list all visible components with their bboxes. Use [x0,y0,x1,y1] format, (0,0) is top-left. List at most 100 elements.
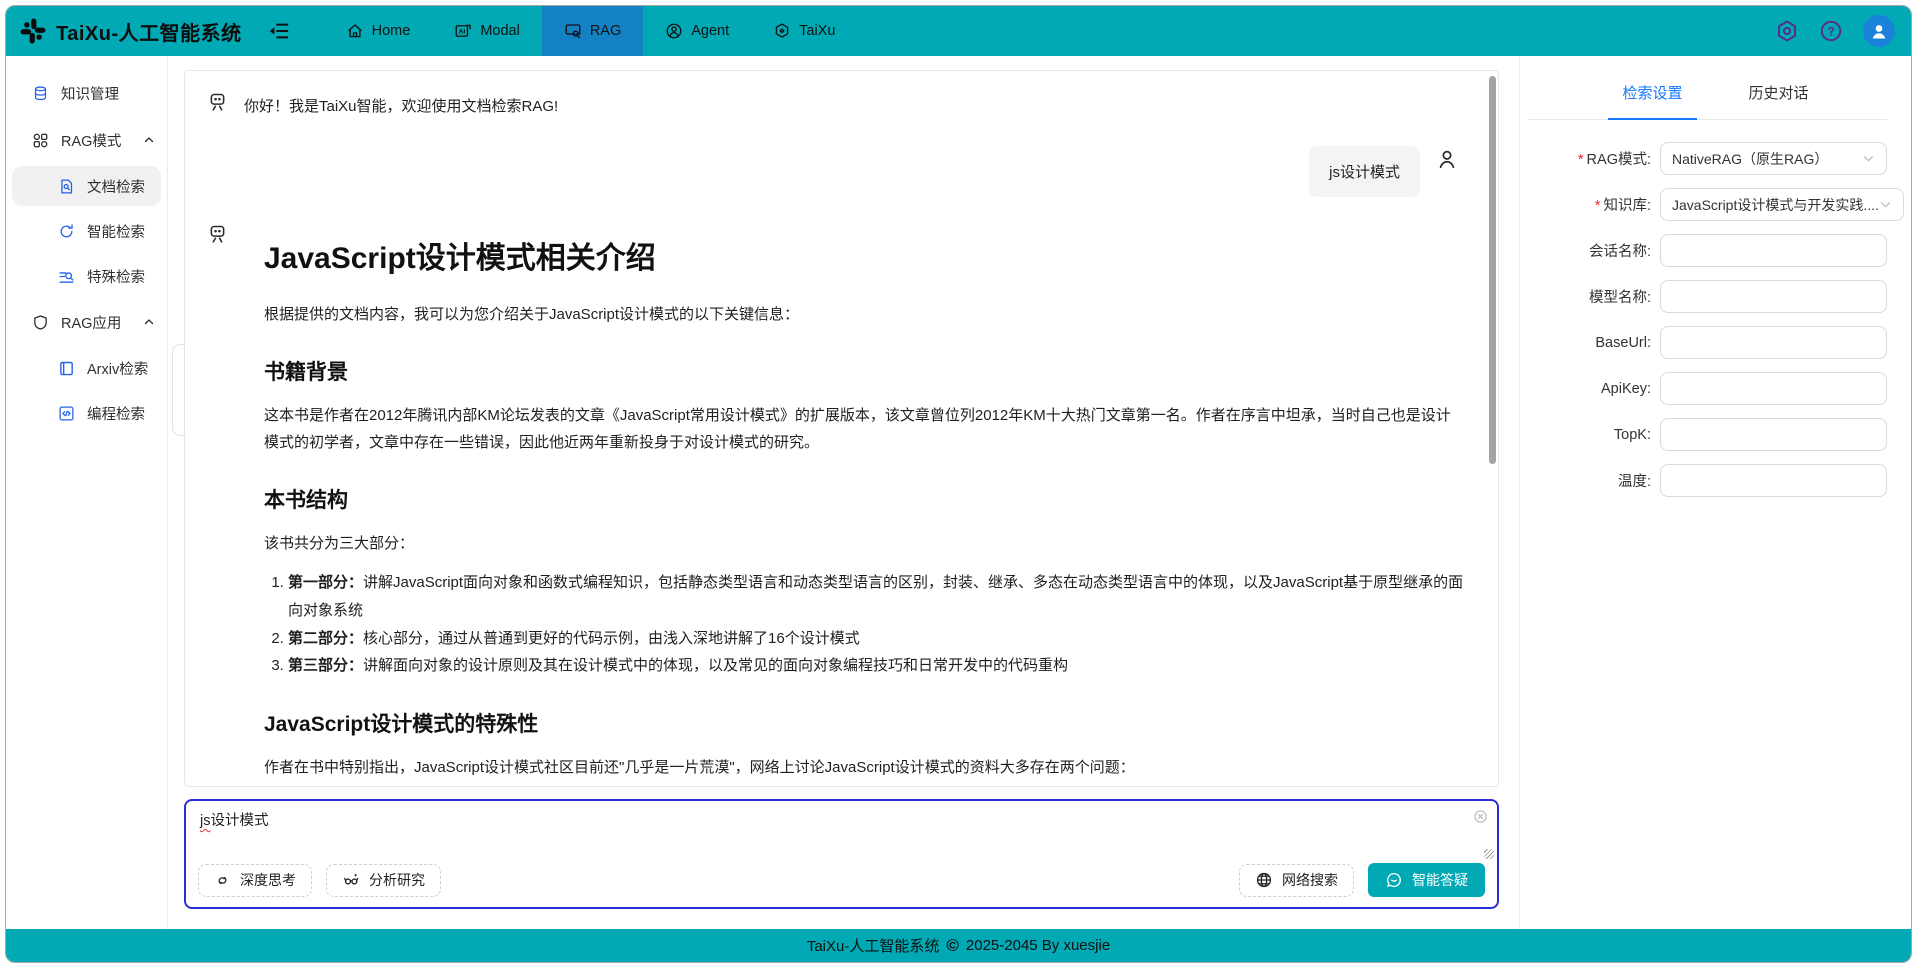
api-key-input[interactable] [1660,372,1887,405]
modal-ai-icon: AI [454,22,472,40]
sidebar-item-label: 编程检索 [87,406,145,423]
section-body: 作者在书中特别指出，JavaScript设计模式社区目前还"几乎是一片荒漠"，网… [264,759,1135,776]
bot-message: JavaScript设计模式相关介绍 根据提供的文档内容，我可以为您介绍关于Ja… [207,221,1464,786]
nav-item-taixu[interactable]: TaiXu [751,6,857,56]
chat-composer: js设计模式 深度思考 分析研究 网络搜索 智能答疑 [184,799,1499,909]
textarea-resize-handle[interactable] [1484,849,1494,859]
field-label: * 知识库: [1594,198,1651,214]
book-icon [58,360,75,377]
svg-text:AI: AI [459,29,466,36]
sidebar-item-code-search[interactable]: 编程检索 [12,393,161,433]
chevron-down-icon [1879,198,1892,211]
main-nav: Home AI Modal RAG Agent TaiXu [324,6,858,56]
required-marker: * [1577,152,1584,168]
sidebar-item-arxiv-search[interactable]: Arxiv检索 [12,348,161,388]
knowledge-base-select[interactable]: JavaScript设计模式与开发实践.... [1660,188,1904,221]
sidebar-item-label: RAG模式 [61,133,122,150]
book-parts-list: 第一部分：讲解JavaScript面向对象和函数式编程知识，包括静态类型语言和动… [288,569,1464,680]
smart-answer-button[interactable]: 智能答疑 [1368,863,1485,897]
nav-label: Agent [691,23,730,39]
agent-person-icon [665,22,683,40]
deep-think-button[interactable]: 深度思考 [198,863,312,897]
list-item: 第一部分：讲解JavaScript面向对象和函数式编程知识，包括静态类型语言和动… [288,569,1464,625]
sidebar-item-label: Arxiv检索 [87,361,149,378]
assistant-answer: JavaScript设计模式相关介绍 根据提供的文档内容，我可以为您介绍关于Ja… [244,221,1464,786]
panel-tabs: 检索设置 历史对话 [1528,82,1887,120]
nav-label: TaiXu [799,23,836,39]
settings-form: * RAG模式: NativeRAG（原生RAG） * 知识库: JavaScrip… [1528,142,1904,497]
shield-icon [32,314,49,331]
web-search-button[interactable]: 网络搜索 [1239,863,1354,897]
user-message: js设计模式 [207,146,1458,197]
field-label: TopK: [1613,426,1651,443]
composer-toolbar: 深度思考 分析研究 网络搜索 智能答疑 [198,863,1485,897]
select-value: NativeRAG（原生RAG） [1672,150,1829,167]
field-label: ApiKey: [1601,380,1651,397]
top-k-input[interactable] [1660,418,1887,451]
sidebar-item-smart-search[interactable]: 智能检索 [12,211,161,251]
temperature-input[interactable] [1660,464,1887,497]
panel-drag-handle[interactable] [172,344,185,436]
footer-brand: TaiXu-人工智能系统 [806,938,940,955]
settings-icon[interactable] [1775,19,1799,43]
analyze-button[interactable]: 分析研究 [326,863,441,897]
user-message-bubble: js设计模式 [1309,146,1420,197]
section-title: JavaScript设计模式的特殊性 [264,713,539,736]
user-avatar[interactable] [1863,15,1895,47]
sidebar-item-label: RAG应用 [61,315,122,332]
app-window: TaiXu-人工智能系统 Home AI Modal RAG Agent Tai… [5,5,1912,963]
button-label: 分析研究 [369,872,425,888]
field-label: BaseUrl: [1595,334,1651,351]
chat-scrollbar[interactable] [1489,76,1496,464]
sidebar-group-rag-mode[interactable]: RAG模式 [6,119,167,161]
content-area: 知识管理 RAG模式 文档检索 智能检索 特殊检索 RAG应用 Arxiv检索 … [6,56,1911,929]
app-logo-icon [20,18,46,44]
answer-title: JavaScript设计模式相关介绍 [264,242,656,275]
list-item: 第二部分：核心部分，通过从普通到更好的代码示例，由浅入深地讲解了16个设计模式 [288,625,1464,653]
svg-text:?: ? [1827,24,1834,38]
form-row-base-url: BaseUrl: [1542,326,1887,359]
sidebar-item-label: 文档检索 [87,179,145,196]
nav-item-agent[interactable]: Agent [643,6,751,56]
nav-item-modal[interactable]: AI Modal [432,6,542,56]
bot-message: 你好！我是TaiXu智能，欢迎使用文档检索RAG! [207,89,1464,116]
sidebar-item-special-search[interactable]: 特殊检索 [12,256,161,296]
form-row-knowledge-base: * 知识库: JavaScript设计模式与开发实践.... [1542,188,1904,221]
sidebar-group-rag-apps[interactable]: RAG应用 [6,301,167,343]
sidebar-item-knowledge[interactable]: 知识管理 [6,72,167,114]
nav-item-rag[interactable]: RAG [541,6,644,56]
session-name-input[interactable] [1660,234,1887,267]
button-label: 深度思考 [240,872,296,888]
copyright-icon: © [946,936,959,955]
tab-search-settings[interactable]: 检索设置 [1608,82,1697,120]
tab-history[interactable]: 历史对话 [1749,82,1809,103]
model-name-input[interactable] [1660,280,1887,313]
section-body: 这本书是作者在2012年腾讯内部KM论坛发表的文章《JavaScript常用设计… [264,407,1451,451]
help-icon[interactable]: ? [1819,19,1843,43]
settings-panel: 检索设置 历史对话 * RAG模式: NativeRAG（原生RAG） * 知识… [1519,56,1911,929]
nav-item-home[interactable]: Home [324,6,433,56]
base-url-input[interactable] [1660,326,1887,359]
grid-icon [32,132,49,149]
sidebar-item-doc-search[interactable]: 文档检索 [12,166,161,206]
answer-intro: 根据提供的文档内容，我可以为您介绍关于JavaScript设计模式的以下关键信息… [264,306,800,323]
sidebar-collapse-button[interactable] [268,6,290,56]
form-row-model-name: 模型名称: [1542,280,1887,313]
nav-label: RAG [589,23,622,39]
form-row-rag-mode: * RAG模式: NativeRAG（原生RAG） [1542,142,1887,175]
field-label: 模型名称: [1588,290,1651,306]
person-icon [1436,146,1458,170]
form-row-top-k: TopK: [1542,418,1887,451]
rag-search-icon [564,22,582,40]
home-icon [346,22,364,40]
top-navbar: TaiXu-人工智能系统 Home AI Modal RAG Agent Tai… [6,6,1911,56]
form-row-temperature: 温度: [1542,464,1887,497]
clear-input-icon[interactable] [1473,809,1488,824]
rag-mode-select[interactable]: NativeRAG（原生RAG） [1660,142,1887,175]
list-search-icon [58,268,75,285]
glasses-sparkle-icon [342,871,360,889]
knot-icon [214,872,231,889]
required-marker: * [1594,198,1601,214]
chat-smile-icon [1385,871,1403,889]
chat-input[interactable]: js设计模式 [200,811,1483,833]
